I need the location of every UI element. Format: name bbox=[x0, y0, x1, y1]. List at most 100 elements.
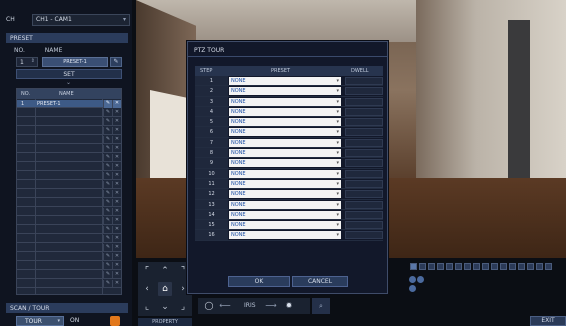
pencil-icon: ✎ bbox=[103, 172, 112, 180]
channel-cell[interactable] bbox=[536, 263, 543, 270]
home-icon[interactable]: ⌂ bbox=[158, 282, 172, 296]
tour-preset-select[interactable]: NONE ▾ bbox=[229, 118, 341, 127]
preset-number-stepper[interactable]: 1 ⇕ bbox=[16, 57, 38, 67]
close-icon[interactable]: ✕ bbox=[112, 100, 121, 108]
tour-dwell-field[interactable] bbox=[345, 77, 383, 85]
chevron-down-icon: ▾ bbox=[336, 232, 339, 239]
cancel-button[interactable]: CANCEL bbox=[292, 276, 348, 287]
channel-cell[interactable] bbox=[509, 263, 516, 270]
iris-close-icon[interactable]: ◯ bbox=[202, 299, 216, 313]
preset-list-row[interactable]: 1 PRESET-1 ✎ ✕ bbox=[17, 100, 121, 108]
tour-preset-select[interactable]: NONE ▾ bbox=[229, 107, 341, 116]
tour-preset-select[interactable]: NONE ▾ bbox=[229, 221, 341, 230]
channel-cell[interactable] bbox=[419, 263, 426, 270]
tour-preset-select[interactable]: NONE ▾ bbox=[229, 159, 341, 168]
preset-name-field[interactable]: PRESET-1 bbox=[42, 57, 108, 67]
tour-dwell-field[interactable] bbox=[345, 138, 383, 147]
tour-dwell-field[interactable] bbox=[345, 118, 383, 127]
iris-open-icon[interactable]: ✹ bbox=[282, 299, 296, 313]
channel-cell[interactable] bbox=[473, 263, 480, 270]
property-button[interactable]: PROPERTY bbox=[138, 318, 192, 326]
preset-value: NONE bbox=[231, 78, 246, 84]
tour-step: 1 bbox=[195, 76, 228, 86]
tour-row: 1 NONE ▾ bbox=[195, 76, 383, 87]
preset-list-header: NO. NAME bbox=[17, 89, 121, 99]
chevron-up-icon[interactable]: ⌃ bbox=[158, 264, 172, 278]
channel-cell[interactable] bbox=[437, 263, 444, 270]
chevron-down-icon: ▾ bbox=[57, 318, 60, 324]
channel-cell[interactable] bbox=[491, 263, 498, 270]
close-icon: ✕ bbox=[112, 127, 121, 135]
pencil-icon: ✎ bbox=[103, 253, 112, 261]
edit-preset-name-button[interactable]: ✎ bbox=[110, 57, 122, 67]
channel-cell[interactable] bbox=[428, 263, 435, 270]
preset-list-row: ✎ ✕ bbox=[17, 262, 121, 270]
pencil-icon: ✎ bbox=[103, 208, 112, 216]
zoom-icon[interactable]: ⌕ bbox=[312, 298, 330, 314]
chevron-down-icon: ▾ bbox=[336, 129, 339, 136]
channel-value: CH1 - CAM1 bbox=[36, 16, 72, 23]
tour-dwell-field[interactable] bbox=[345, 179, 383, 188]
tour-preset-select[interactable]: NONE ▾ bbox=[229, 97, 341, 106]
exit-button[interactable]: EXIT bbox=[530, 316, 566, 326]
status-dot-icon[interactable] bbox=[409, 285, 416, 292]
pencil-icon: ✎ bbox=[103, 118, 112, 126]
tour-dwell-field[interactable] bbox=[345, 97, 383, 106]
pan-up-left-icon[interactable]: ⌜ bbox=[140, 264, 154, 278]
tour-preset-select[interactable]: NONE ▾ bbox=[229, 169, 341, 178]
ok-button[interactable]: OK bbox=[228, 276, 290, 287]
tour-preset-select[interactable]: NONE ▾ bbox=[229, 200, 341, 209]
tour-dwell-field[interactable] bbox=[345, 169, 383, 178]
channel-cell[interactable] bbox=[410, 263, 417, 270]
channel-cell[interactable] bbox=[500, 263, 507, 270]
tour-dwell-field[interactable] bbox=[345, 190, 383, 199]
tour-preset-select[interactable]: NONE ▾ bbox=[229, 190, 341, 199]
pencil-icon: ✎ bbox=[103, 127, 112, 135]
tour-preset-select[interactable]: NONE ▾ bbox=[229, 231, 341, 240]
close-icon: ✕ bbox=[112, 262, 121, 270]
pan-down-right-icon[interactable]: ⌟ bbox=[176, 300, 190, 314]
channel-cell[interactable] bbox=[518, 263, 525, 270]
channel-row: CH CH1 - CAM1 ▾ bbox=[4, 14, 130, 26]
tour-preset-select[interactable]: NONE ▾ bbox=[229, 179, 341, 188]
channel-cell[interactable] bbox=[446, 263, 453, 270]
set-preset-button[interactable]: SET bbox=[16, 69, 122, 79]
tour-dwell-field[interactable] bbox=[345, 107, 383, 116]
tour-dwell-field[interactable] bbox=[345, 200, 383, 209]
tour-preset-select[interactable]: NONE ▾ bbox=[229, 87, 341, 96]
tour-preset-select[interactable]: NONE ▾ bbox=[229, 149, 341, 158]
channel-select[interactable]: CH1 - CAM1 ▾ bbox=[32, 14, 130, 26]
channel-cell[interactable] bbox=[527, 263, 534, 270]
chevron-down-icon[interactable]: ⌄ bbox=[158, 300, 172, 314]
close-icon: ✕ bbox=[112, 271, 121, 279]
tour-preset-select[interactable]: NONE ▾ bbox=[229, 128, 341, 137]
status-dot-icon[interactable] bbox=[417, 276, 424, 283]
tour-preset-select[interactable]: NONE ▾ bbox=[229, 138, 341, 147]
close-icon: ✕ bbox=[112, 199, 121, 207]
tour-dwell-field[interactable] bbox=[345, 210, 383, 219]
tour-dwell-field[interactable] bbox=[345, 128, 383, 137]
preset-number-value: 1 bbox=[20, 59, 24, 66]
channel-cell[interactable] bbox=[455, 263, 462, 270]
tour-dwell-field[interactable] bbox=[345, 87, 383, 96]
pencil-icon[interactable]: ✎ bbox=[103, 100, 112, 108]
tour-dwell-field[interactable] bbox=[345, 159, 383, 168]
chevron-left-icon[interactable]: ‹ bbox=[140, 282, 154, 296]
channel-cell[interactable] bbox=[464, 263, 471, 270]
pencil-icon: ✎ bbox=[103, 280, 112, 288]
preset-list-row: ✎ ✕ bbox=[17, 199, 121, 207]
tour-dwell-field[interactable] bbox=[345, 221, 383, 230]
preset-list-row: ✎ ✕ bbox=[17, 190, 121, 198]
tour-preset-select[interactable]: NONE ▾ bbox=[229, 77, 341, 85]
channel-cell[interactable] bbox=[545, 263, 552, 270]
preset-section-header: PRESET bbox=[6, 33, 128, 43]
tour-step: 3 bbox=[195, 96, 228, 106]
pan-down-left-icon[interactable]: ⌞ bbox=[140, 300, 154, 314]
tour-dwell-field[interactable] bbox=[345, 231, 383, 240]
status-dot-icon[interactable] bbox=[409, 276, 416, 283]
scan-mode-select[interactable]: TOUR ▾ bbox=[16, 316, 64, 326]
tour-preset-select[interactable]: NONE ▾ bbox=[229, 210, 341, 219]
tour-dwell-field[interactable] bbox=[345, 149, 383, 158]
channel-cell[interactable] bbox=[482, 263, 489, 270]
scan-tour-toggle[interactable] bbox=[110, 316, 120, 326]
